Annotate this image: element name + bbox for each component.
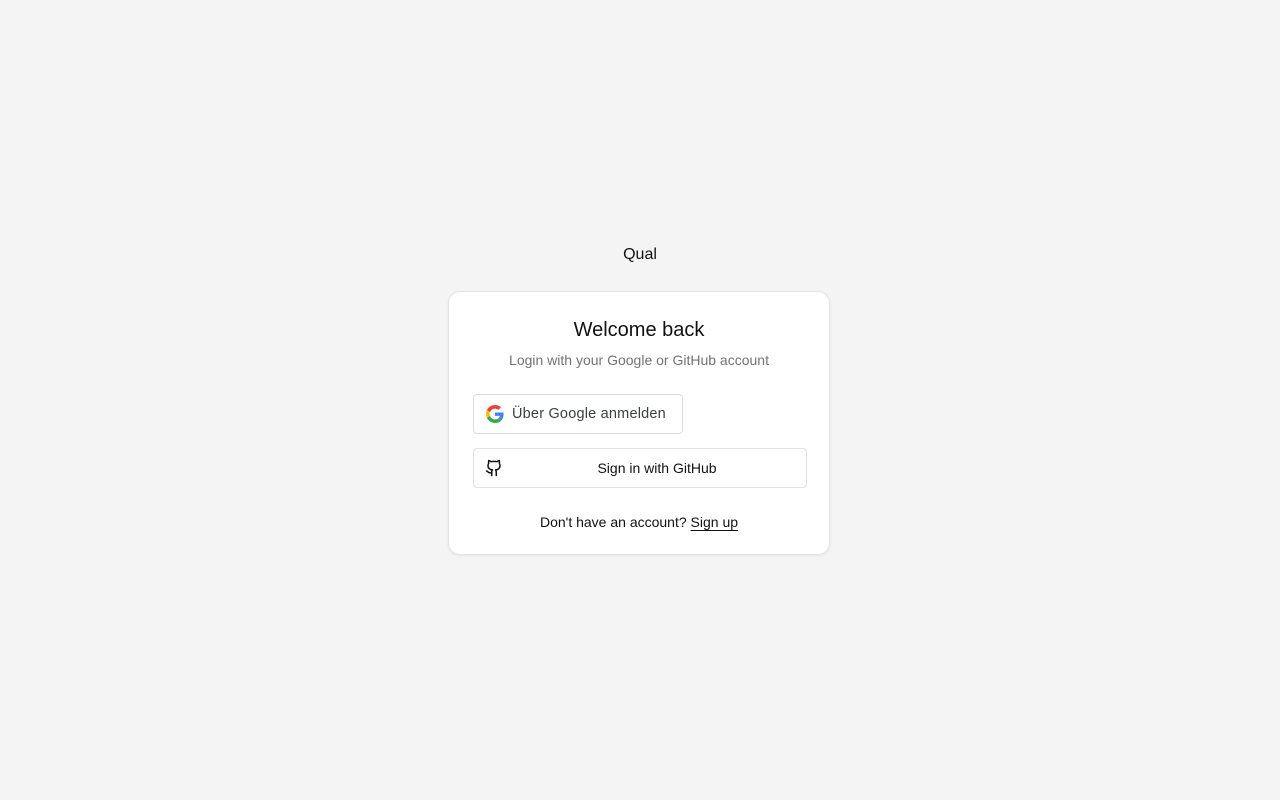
login-card: Welcome back Login with your Google or G… (448, 291, 830, 555)
login-page: Qual Welcome back Login with your Google… (0, 0, 1280, 800)
signup-prompt: Don't have an account? Sign up (449, 513, 829, 531)
signup-prompt-text: Don't have an account? (539, 514, 687, 530)
google-signin-label: Über Google anmelden (512, 406, 666, 422)
signup-link[interactable]: Sign up (691, 514, 738, 530)
card-title: Welcome back (573, 319, 705, 341)
app-brand: Qual (623, 246, 657, 263)
github-signin-button[interactable]: Sign in with GitHub (473, 448, 807, 488)
github-signin-label: Sign in with GitHub (597, 460, 717, 476)
google-logo-icon (486, 405, 504, 423)
google-signin-button[interactable]: Über Google anmelden (473, 394, 683, 434)
github-logo-icon (485, 459, 503, 477)
card-subtitle: Login with your Google or GitHub account (509, 352, 769, 368)
